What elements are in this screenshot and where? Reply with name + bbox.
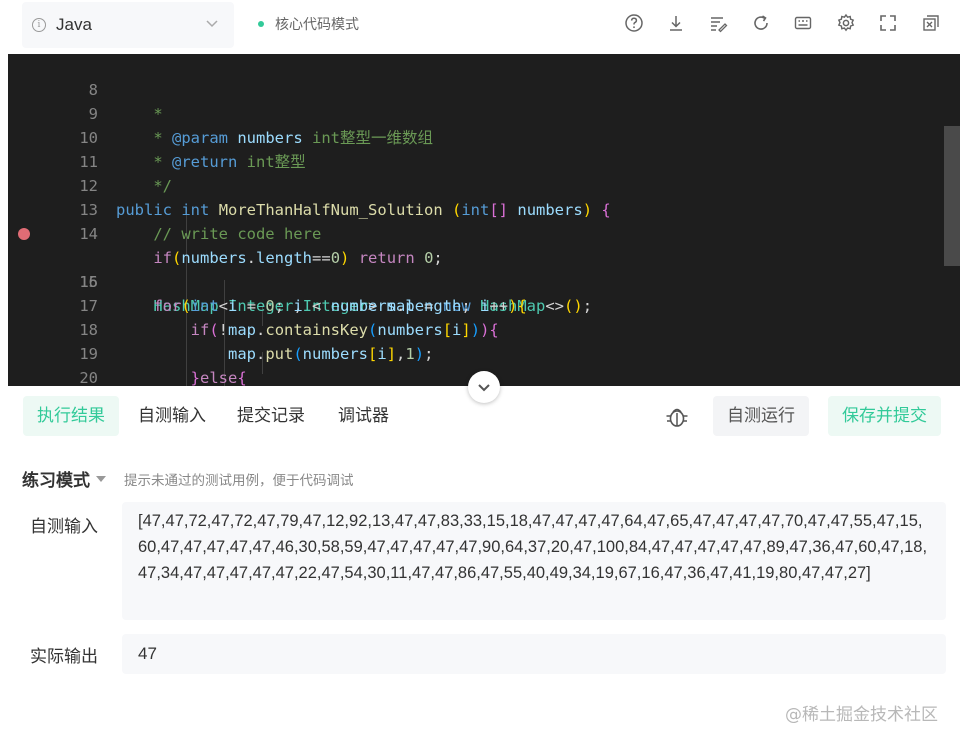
- code-line: 15 HashMap<Integer,Integer> map = new Ha…: [8, 222, 960, 315]
- fullscreen-icon[interactable]: [877, 12, 899, 34]
- top-toolbar: i Java 核心代码模式: [0, 0, 960, 54]
- mode-label: 核心代码模式: [275, 17, 359, 33]
- mode-dot: [258, 21, 264, 27]
- chevron-down-icon: [478, 384, 490, 392]
- input-label: 自测输入: [30, 517, 98, 537]
- download-icon[interactable]: [665, 12, 687, 34]
- code-line: 13 // write code here: [8, 174, 960, 243]
- output-label: 实际输出: [30, 647, 98, 667]
- code-editor[interactable]: 8 * 9 * @param numbers int整型一维数组 10 * @r…: [8, 54, 960, 386]
- watermark: @稀土掘金技术社区: [785, 705, 938, 725]
- code-line: 12 public int MoreThanHalfNum_Solution (…: [8, 150, 960, 219]
- self-test-run-button[interactable]: 自测运行: [713, 396, 809, 436]
- practice-mode-label: 练习模式: [22, 471, 90, 491]
- code-line: 18 map.put(numbers[i],1);: [8, 294, 960, 363]
- language-label: Java: [56, 15, 92, 34]
- mode-indicator: 核心代码模式: [258, 14, 359, 34]
- code-line: 17 if(!map.containsKey(numbers[i])){: [8, 270, 960, 339]
- code-line: 20 map.put(numbers[i],map.get(numbers[i]…: [8, 342, 960, 386]
- save-submit-button[interactable]: 保存并提交: [828, 396, 941, 436]
- bug-icon[interactable]: [664, 404, 690, 430]
- language-select[interactable]: i Java: [22, 2, 234, 48]
- result-tabs: 执行结果 自测输入 提交记录 调试器 自测运行 保存并提交: [0, 396, 960, 436]
- self-test-input-value: [47,47,72,47,72,47,79,47,12,92,13,47,47,…: [122, 502, 946, 620]
- code-line: 8 *: [8, 54, 960, 123]
- code-line: 11 */: [8, 126, 960, 195]
- format-icon[interactable]: [707, 12, 729, 34]
- practice-mode-select[interactable]: 练习模式: [22, 466, 106, 491]
- refresh-icon[interactable]: [750, 12, 772, 34]
- tab-submission-history[interactable]: 提交记录: [223, 396, 319, 436]
- chevron-down-icon: [206, 20, 218, 28]
- info-icon: i: [32, 18, 46, 32]
- help-icon[interactable]: [623, 12, 645, 34]
- caret-down-icon: [96, 475, 106, 482]
- gear-icon[interactable]: [835, 12, 857, 34]
- editor-scrollbar[interactable]: [944, 126, 960, 266]
- code-line: 19 }else{: [8, 318, 960, 386]
- keyboard-icon[interactable]: [792, 12, 814, 34]
- tab-self-test-input[interactable]: 自测输入: [124, 396, 220, 436]
- code-line: 16 for(int i = 0; i < numbers.length; i+…: [8, 246, 960, 315]
- code-line: 14 if(numbers.length==0) return 0;: [8, 198, 960, 267]
- close-panel-icon[interactable]: [920, 12, 942, 34]
- breakpoint-marker[interactable]: [18, 228, 30, 240]
- code-line: 9 * @param numbers int整型一维数组: [8, 78, 960, 147]
- code-line: 10 * @return int整型: [8, 102, 960, 171]
- practice-hint: 提示未通过的测试用例，便于代码调试: [124, 473, 354, 489]
- tab-debugger[interactable]: 调试器: [324, 396, 403, 436]
- actual-output-value: 47: [122, 634, 946, 674]
- tab-execution-result[interactable]: 执行结果: [23, 396, 119, 436]
